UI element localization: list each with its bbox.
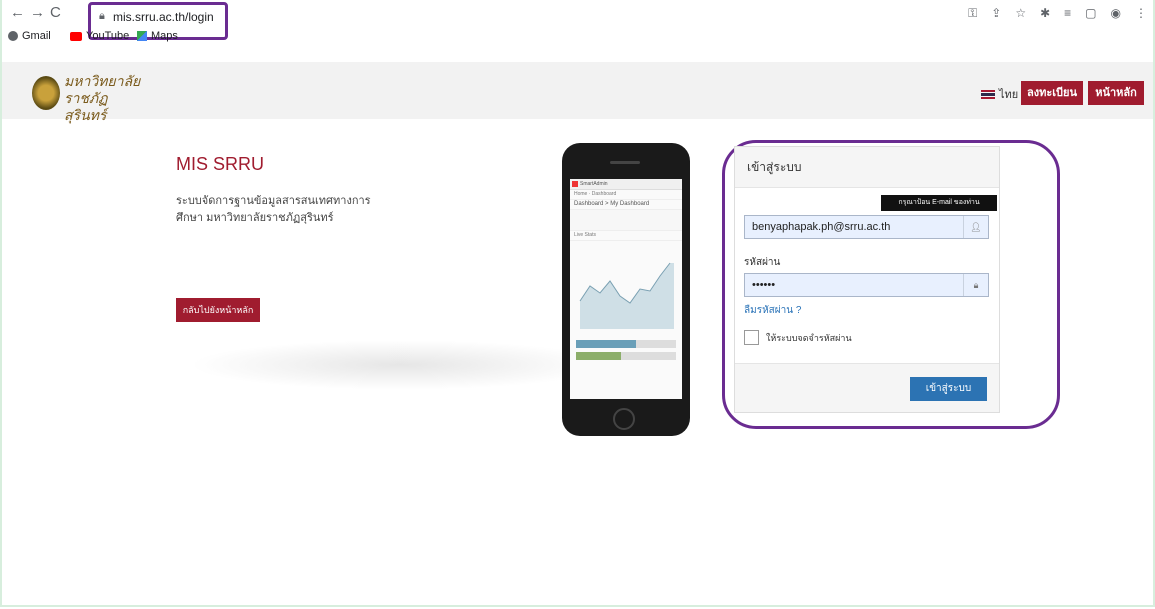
site-logo[interactable]: มหาวิทยาลัย ราชภัฏสุรินทร์	[32, 74, 142, 124]
language-switch[interactable]: ไทย	[981, 85, 1018, 103]
logo-text-line2: ราชภัฏสุรินทร์	[64, 91, 108, 124]
bookmark-label: Maps	[151, 30, 178, 42]
login-footer: เข้าสู่ระบบ	[735, 363, 999, 412]
remember-me[interactable]: ให้ระบบจดจำรหัสผ่าน	[744, 330, 852, 345]
phone-app-name: SmartAdmin	[570, 179, 682, 190]
bookmark-gmail[interactable]: Gmail	[8, 30, 51, 42]
user-icon: 👤︎	[963, 216, 988, 238]
phone-chart	[579, 262, 674, 329]
login-panel: เข้าสู่ระบบ กรุณาป้อน E-mail ของท่าน ben…	[734, 146, 1000, 413]
phone-home-button	[613, 408, 635, 430]
phone-progress-bar	[576, 352, 676, 360]
remember-label: ให้ระบบจดจำรหัสผ่าน	[766, 332, 852, 343]
thai-flag-icon	[981, 89, 995, 99]
forward-arrow-icon[interactable]: →	[30, 4, 45, 22]
address-url: mis.srru.ac.th/login	[113, 10, 214, 24]
reload-icon[interactable]: C	[50, 4, 61, 22]
phone-chart-label: Live Stats	[570, 231, 682, 241]
side-panel-icon[interactable]: ▢	[1085, 6, 1096, 21]
maps-icon	[137, 31, 147, 41]
phone-screen: SmartAdmin Home · Dashboard Dashboard > …	[570, 179, 682, 399]
site-header: มหาวิทยาลัย ราชภัฏสุรินทร์ ไทย ลงทะเบียน…	[2, 62, 1153, 124]
phone-dashboard-title: Dashboard > My Dashboard	[570, 200, 682, 210]
logo-text: มหาวิทยาลัย ราชภัฏสุรินทร์	[64, 74, 142, 125]
email-value: benyaphapak.ph@srru.ac.th	[752, 221, 891, 233]
decorative-shadow	[190, 340, 610, 390]
login-heading: เข้าสู่ระบบ	[735, 147, 999, 188]
phone-progress-bar	[576, 340, 676, 348]
star-icon[interactable]: ☆	[1015, 6, 1026, 21]
password-field[interactable]: •••••• 🔒︎	[744, 273, 989, 297]
lock-icon: 🔒︎	[99, 10, 105, 22]
register-button[interactable]: ลงทะเบียน	[1021, 81, 1083, 105]
bookmark-label: Gmail	[22, 30, 51, 42]
password-label: รหัสผ่าน	[744, 257, 781, 268]
extensions-icon[interactable]: ✱	[1040, 6, 1050, 21]
remember-checkbox[interactable]	[744, 330, 759, 345]
key-icon[interactable]: ⚿	[968, 6, 977, 21]
back-to-home-button[interactable]: กลับไปยังหน้าหลัก	[176, 298, 260, 322]
globe-icon	[8, 31, 18, 41]
phone-stats-row	[570, 210, 682, 231]
phone-speaker	[610, 161, 640, 164]
logo-text-line1: มหาวิทยาลัย	[64, 74, 141, 90]
back-arrow-icon[interactable]: ←	[10, 4, 25, 22]
menu-dots-icon[interactable]: ⋮	[1135, 6, 1147, 21]
reading-list-icon[interactable]: ≡	[1064, 6, 1071, 21]
login-submit-button[interactable]: เข้าสู่ระบบ	[910, 377, 987, 401]
share-icon[interactable]: ⇪	[991, 6, 1001, 21]
bookmark-maps[interactable]: Maps	[137, 30, 178, 42]
bookmarks-bar: Gmail YouTube Maps	[2, 28, 1153, 48]
language-label: ไทย	[999, 89, 1019, 101]
phone-breadcrumb: Home · Dashboard	[570, 190, 682, 200]
bookmark-label: YouTube	[86, 30, 130, 42]
profile-avatar-icon[interactable]: ◉	[1111, 6, 1121, 21]
youtube-icon	[70, 31, 82, 41]
email-tooltip: กรุณาป้อน E-mail ของท่าน	[881, 195, 997, 211]
bookmark-youtube[interactable]: YouTube	[70, 30, 129, 42]
lock-icon: 🔒︎	[963, 274, 988, 296]
forgot-password-link[interactable]: ลืมรหัสผ่าน ?	[744, 303, 801, 318]
email-field[interactable]: benyaphapak.ph@srru.ac.th 👤︎	[744, 215, 989, 239]
university-seal-icon	[32, 76, 60, 110]
home-button[interactable]: หน้าหลัก	[1088, 81, 1144, 105]
phone-mockup: SmartAdmin Home · Dashboard Dashboard > …	[562, 143, 690, 436]
browser-toolbar-icons: ⚿ ⇪ ☆ ✱ ≡ ▢ ◉ ⋮	[968, 6, 1147, 21]
page-title: MIS SRRU	[176, 154, 265, 174]
page-description: ระบบจัดการฐานข้อมูลสารสนเทศทางการศึกษา ม…	[176, 195, 371, 224]
password-value: ••••••	[752, 279, 776, 291]
